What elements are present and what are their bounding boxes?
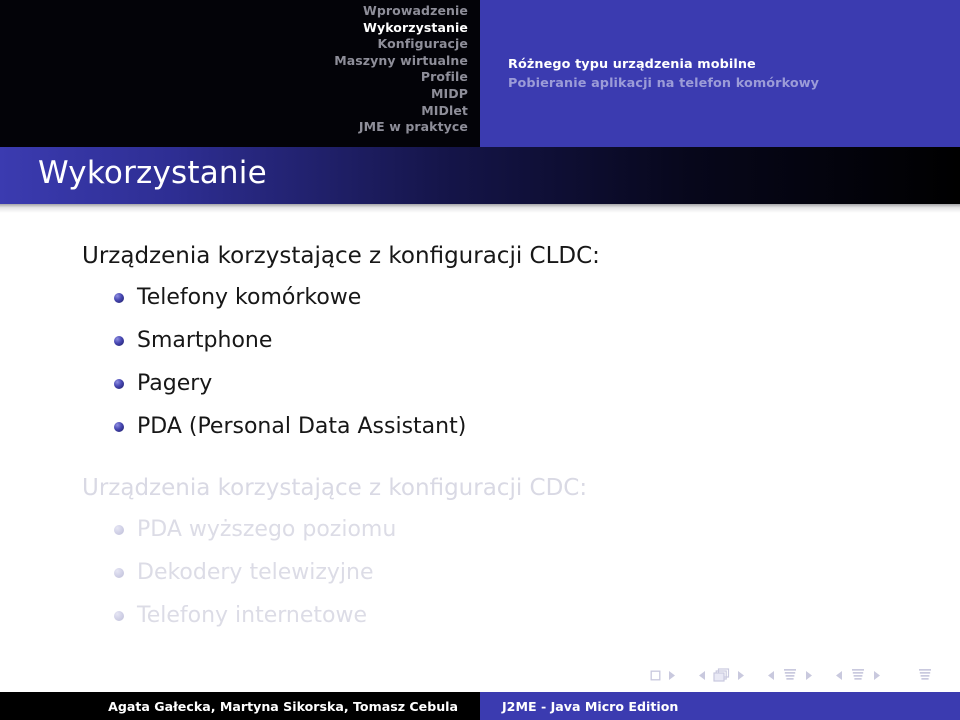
list-item: PDA (Personal Data Assistant) bbox=[106, 405, 466, 448]
block-lead-cldc: Urządzenia korzystające z konfiguracji C… bbox=[82, 243, 600, 269]
next-section-icon[interactable] bbox=[873, 670, 881, 681]
nav-item-wykorzystanie[interactable]: Wykorzystanie bbox=[334, 20, 468, 37]
title-bar-shadow bbox=[0, 204, 960, 213]
bullet-icon bbox=[114, 567, 124, 578]
bullet-icon bbox=[114, 524, 124, 535]
nav-item-wprowadzenie[interactable]: Wprowadzenie bbox=[334, 3, 468, 20]
nav-item-jme-w-praktyce[interactable]: JME w praktyce bbox=[334, 119, 468, 136]
footer-talk-title: J2ME - Java Micro Edition bbox=[502, 699, 679, 714]
frame-title: Wykorzystanie bbox=[38, 155, 267, 191]
next-subsection-icon[interactable] bbox=[805, 670, 813, 681]
list-item: Dekodery telewizyjne bbox=[106, 551, 396, 594]
list-item-label: PDA (Personal Data Assistant) bbox=[137, 414, 467, 439]
bullet-icon bbox=[114, 610, 124, 621]
bullet-icon bbox=[114, 378, 124, 389]
nav-item-midlet[interactable]: MIDlet bbox=[334, 103, 468, 120]
nav-item-profile[interactable]: Profile bbox=[334, 69, 468, 86]
presentation-icon[interactable] bbox=[917, 668, 933, 682]
item-list-cldc: Telefony komórkowe Smartphone Pagery PDA… bbox=[106, 276, 466, 448]
item-list-cdc: PDA wyższego poziomu Dekodery telewizyjn… bbox=[106, 508, 396, 637]
list-item: PDA wyższego poziomu bbox=[106, 508, 396, 551]
next-slide-icon[interactable] bbox=[668, 670, 676, 681]
nav-item-konfiguracje[interactable]: Konfiguracje bbox=[334, 36, 468, 53]
footer-title-panel: J2ME - Java Micro Edition bbox=[480, 692, 960, 720]
list-item: Smartphone bbox=[106, 319, 466, 362]
footer-authors: Agata Gałecka, Martyna Sikorska, Tomasz … bbox=[108, 699, 458, 714]
slide-content: Urządzenia korzystające z konfiguracji C… bbox=[0, 213, 960, 653]
first-slide-icon[interactable] bbox=[650, 670, 661, 681]
bullet-icon bbox=[114, 335, 124, 346]
subsection-item-pobieranie-aplikacji[interactable]: Pobieranie aplikacji na telefon komórkow… bbox=[508, 74, 819, 93]
frame-icon[interactable] bbox=[713, 668, 730, 682]
frame-title-bar: Wykorzystanie bbox=[0, 147, 960, 204]
bullet-icon bbox=[114, 292, 124, 303]
list-item: Pagery bbox=[106, 362, 466, 405]
subsection-item-roznego-typu-urzadzenia-mobilne[interactable]: Różnego typu urządzenia mobilne bbox=[508, 55, 819, 74]
prev-subsection-icon[interactable] bbox=[767, 670, 775, 681]
slide: Wprowadzenie Wykorzystanie Konfiguracje … bbox=[0, 0, 960, 720]
footer-authors-panel: Agata Gałecka, Martyna Sikorska, Tomasz … bbox=[0, 692, 480, 720]
list-item: Telefony internetowe bbox=[106, 594, 396, 637]
list-item-label: PDA wyższego poziomu bbox=[137, 517, 397, 542]
list-item-label: Dekodery telewizyjne bbox=[137, 560, 374, 585]
list-item-label: Telefony komórkowe bbox=[137, 285, 362, 310]
slide-footer: Agata Gałecka, Martyna Sikorska, Tomasz … bbox=[0, 692, 960, 720]
next-frame-icon[interactable] bbox=[737, 670, 745, 681]
block-lead-cdc: Urządzenia korzystające z konfiguracji C… bbox=[82, 475, 588, 501]
list-item: Telefony komórkowe bbox=[106, 276, 466, 319]
prev-frame-icon[interactable] bbox=[698, 670, 706, 681]
subsection-navigation-list: Różnego typu urządzenia mobilne Pobieran… bbox=[508, 55, 819, 93]
bullet-icon bbox=[114, 421, 124, 432]
list-item-label: Telefony internetowe bbox=[137, 603, 368, 628]
slide-header: Wprowadzenie Wykorzystanie Konfiguracje … bbox=[0, 0, 960, 147]
list-item-label: Pagery bbox=[137, 371, 213, 396]
beamer-navigation-symbols bbox=[650, 664, 960, 686]
nav-item-midp[interactable]: MIDP bbox=[334, 86, 468, 103]
section-navigation-list: Wprowadzenie Wykorzystanie Konfiguracje … bbox=[334, 3, 468, 136]
nav-item-maszyny-wirtualne[interactable]: Maszyny wirtualne bbox=[334, 53, 468, 70]
prev-section-icon[interactable] bbox=[835, 670, 843, 681]
subsection-icon[interactable] bbox=[782, 668, 798, 682]
list-item-label: Smartphone bbox=[137, 328, 273, 353]
section-icon[interactable] bbox=[850, 668, 866, 682]
